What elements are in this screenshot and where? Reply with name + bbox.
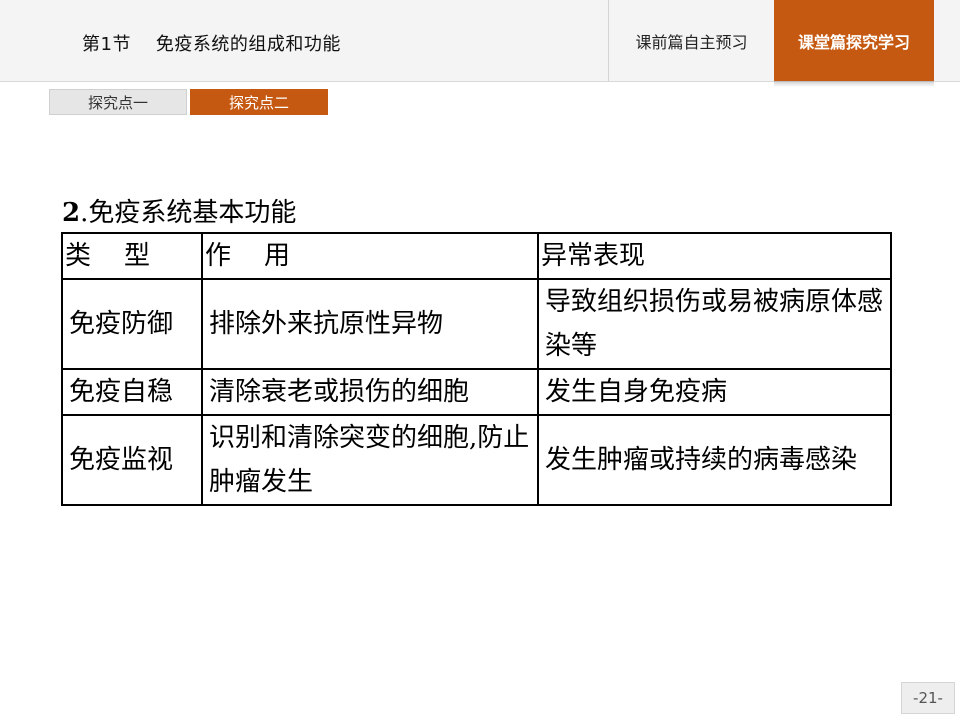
page-number: -21- (901, 682, 955, 714)
section-number: 2 (62, 198, 81, 228)
header-function: 作 用 (201, 232, 539, 280)
table-cell: 发生自身免疫病 (537, 368, 892, 416)
table-row: 免疫防御 排除外来抗原性异物 导致组织损伤或易被病原体感染等 (61, 278, 892, 370)
table-cell: 免疫自稳 (61, 368, 203, 416)
header-type: 类 型 (61, 232, 203, 280)
table-header-row: 类 型 作 用 异常表现 (61, 232, 892, 280)
table-cell: 识别和清除突变的细胞,防止肿瘤发生 (201, 414, 539, 506)
subtab-point-1[interactable]: 探究点一 (49, 89, 187, 115)
table-row: 免疫自稳 清除衰老或损伤的细胞 发生自身免疫病 (61, 368, 892, 416)
table-cell: 导致组织损伤或易被病原体感染等 (537, 278, 892, 370)
page-title: 第1节 免疫系统的组成和功能 (82, 34, 341, 55)
active-tab-shadow (774, 81, 934, 87)
table-cell: 清除衰老或损伤的细胞 (201, 368, 539, 416)
tab-preview[interactable]: 课前篇自主预习 (608, 0, 774, 81)
table-cell: 排除外来抗原性异物 (201, 278, 539, 370)
tab-classroom[interactable]: 课堂篇探究学习 (774, 0, 934, 81)
table-cell: 免疫监视 (61, 414, 203, 506)
table-row: 免疫监视 识别和清除突变的细胞,防止肿瘤发生 发生肿瘤或持续的病毒感染 (61, 414, 892, 506)
table-cell: 免疫防御 (61, 278, 203, 370)
header-bar: 第1节 免疫系统的组成和功能 课前篇自主预习 课堂篇探究学习 (0, 0, 960, 82)
section-title-text: .免疫系统基本功能 (80, 198, 297, 228)
table-cell: 发生肿瘤或持续的病毒感染 (537, 414, 892, 506)
header-abnormal: 异常表现 (537, 232, 892, 280)
section-heading: 2.免疫系统基本功能 (62, 192, 296, 229)
immune-function-table: 类 型 作 用 异常表现 免疫防御 排除外来抗原性异物 导致组织损伤或易被病原体… (61, 232, 892, 506)
subtab-point-2[interactable]: 探究点二 (190, 89, 328, 115)
